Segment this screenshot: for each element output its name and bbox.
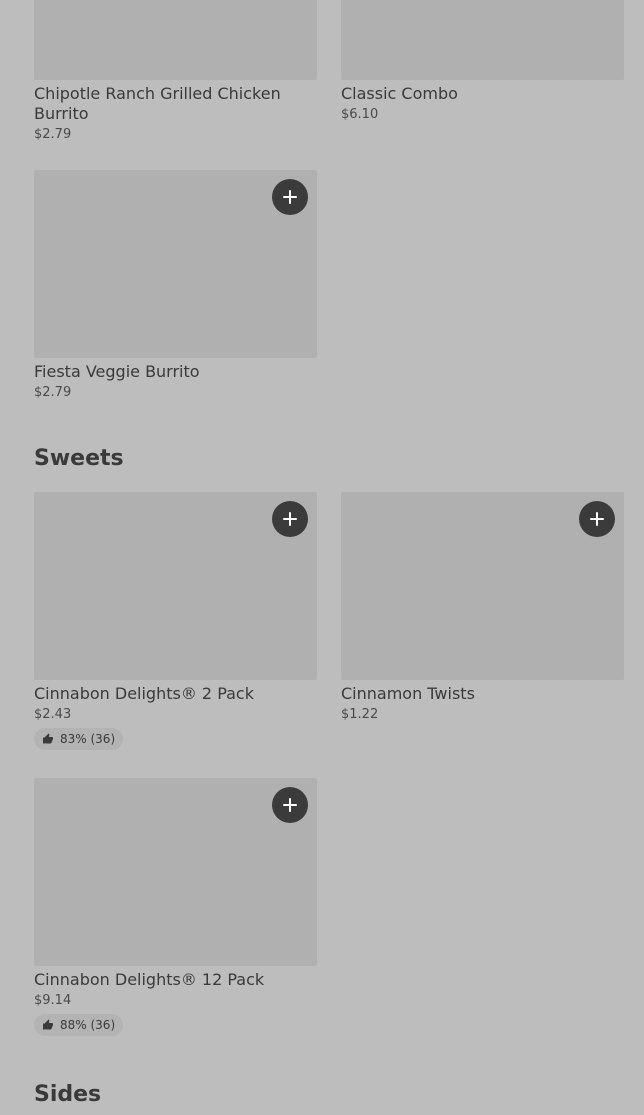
thumbs-up-icon — [43, 1019, 53, 1030]
item-image[interactable] — [341, 492, 624, 680]
menu-item-card[interactable]: Fiesta Veggie Burrito $2.79 — [34, 170, 317, 400]
item-price: $2.43 — [34, 707, 72, 722]
item-price: $1.22 — [341, 707, 379, 722]
item-image[interactable] — [34, 0, 317, 80]
menu-item-card[interactable]: Cinnabon Delights® 12 Pack $9.14 88% (36… — [34, 778, 317, 1036]
item-image[interactable] — [34, 492, 317, 680]
item-price: $9.14 — [34, 993, 72, 1008]
rating-badge: 83% (36) — [34, 728, 124, 750]
item-price: $6.10 — [341, 107, 379, 122]
item-name: Fiesta Veggie Burrito — [34, 362, 200, 381]
rating-badge: 88% (36) — [34, 1014, 124, 1036]
add-to-cart-button[interactable] — [272, 179, 308, 215]
menu-item-card[interactable]: Cinnamon Twists $1.22 — [341, 492, 624, 722]
plus-icon — [283, 190, 297, 204]
rating-text: 88% (36) — [60, 1018, 116, 1032]
menu-item-card[interactable]: Cinnabon Delights® 2 Pack $2.43 83% (36) — [34, 492, 317, 750]
plus-icon — [590, 512, 604, 526]
section-title-sides: Sides — [34, 1082, 102, 1107]
item-name: Cinnamon Twists — [341, 684, 475, 703]
add-to-cart-button[interactable] — [579, 501, 615, 537]
plus-icon — [283, 512, 297, 526]
menu-item-card[interactable]: Chipotle Ranch Grilled Chicken Burrito $… — [34, 0, 317, 142]
menu-item-card[interactable]: Classic Combo $6.10 — [341, 0, 624, 122]
rating-text: 83% (36) — [60, 732, 116, 746]
item-image[interactable] — [341, 0, 624, 80]
item-name: Classic Combo — [341, 84, 458, 103]
plus-icon — [283, 798, 297, 812]
item-price: $2.79 — [34, 385, 72, 400]
section-title-sweets: Sweets — [34, 446, 124, 471]
item-name: Chipotle Ranch Grilled Chicken Burrito — [34, 84, 281, 123]
item-image[interactable] — [34, 778, 317, 966]
thumbs-up-icon — [43, 733, 53, 744]
item-price: $2.79 — [34, 127, 72, 142]
item-name: Cinnabon Delights® 12 Pack — [34, 970, 265, 989]
item-image[interactable] — [34, 170, 317, 358]
add-to-cart-button[interactable] — [272, 501, 308, 537]
item-name: Cinnabon Delights® 2 Pack — [34, 684, 254, 703]
add-to-cart-button[interactable] — [272, 787, 308, 823]
